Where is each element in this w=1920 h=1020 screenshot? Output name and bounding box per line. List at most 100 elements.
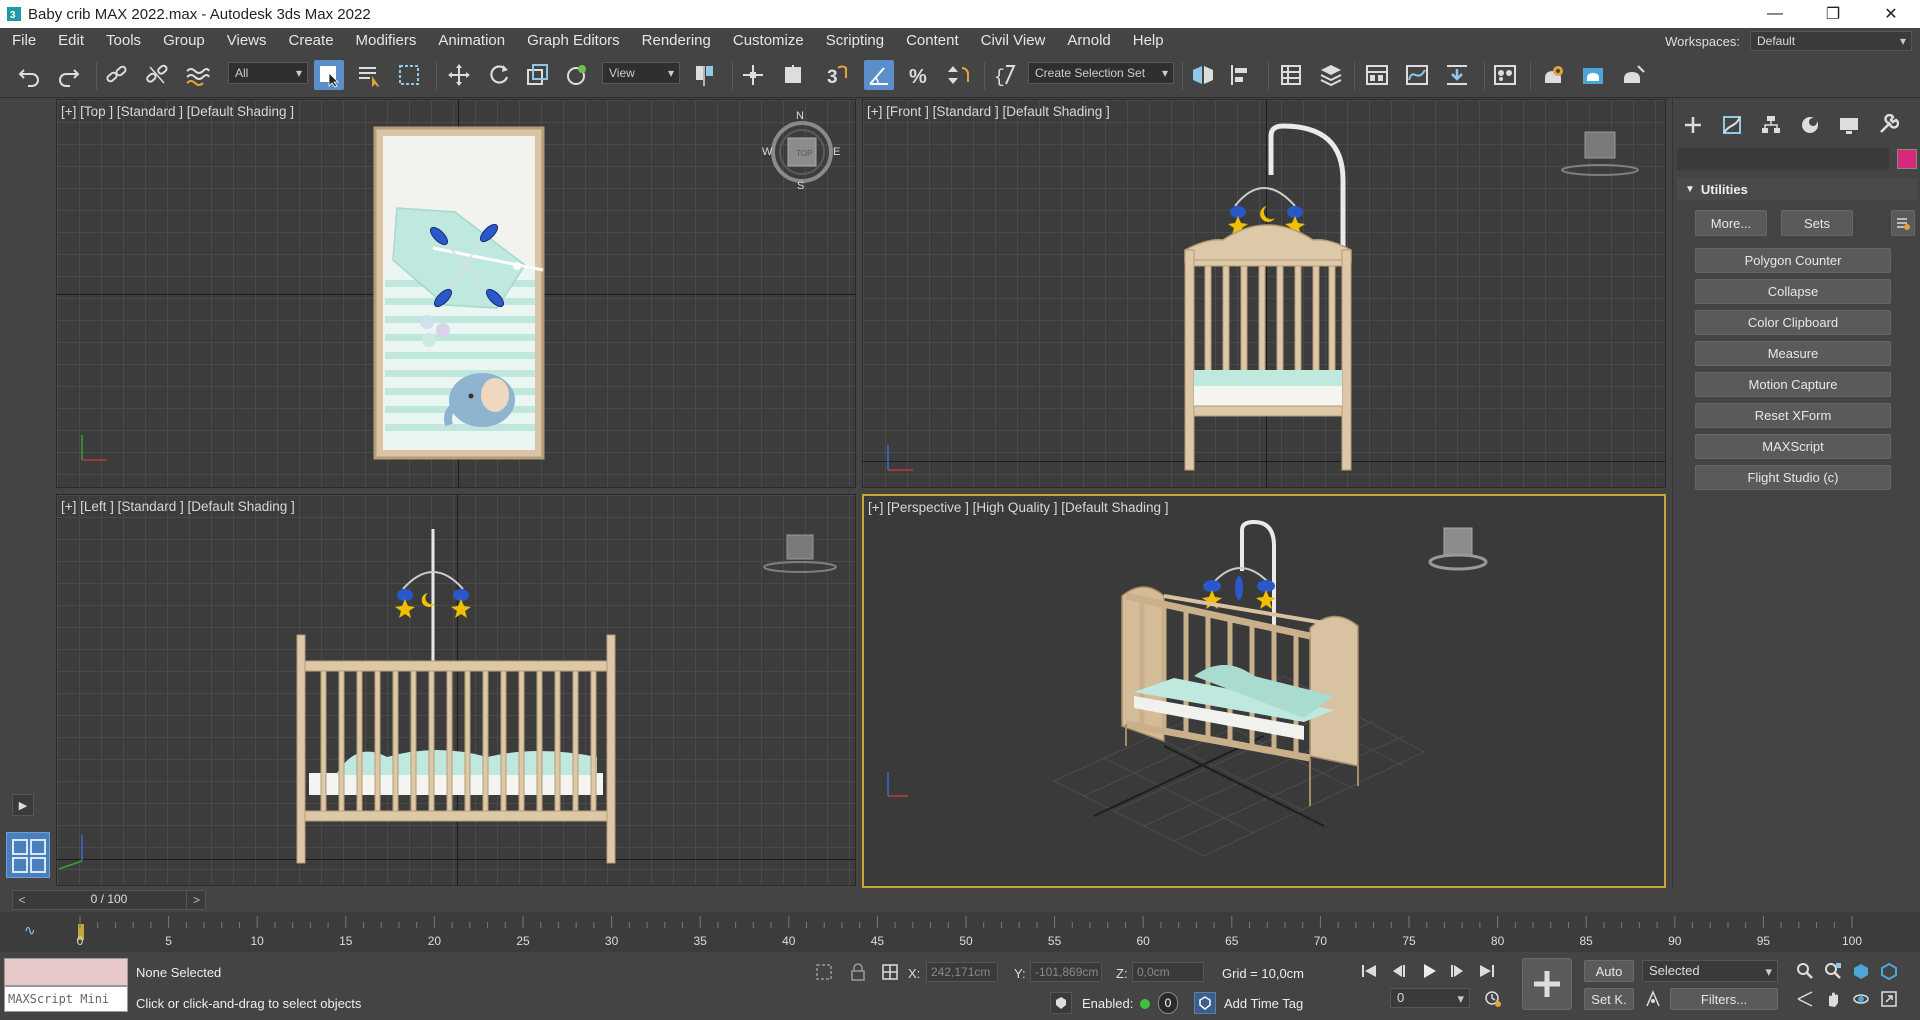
x-coord-field[interactable]: 242,171cm bbox=[926, 962, 998, 982]
menu-civil-view[interactable]: Civil View bbox=[970, 28, 1057, 54]
place-icon[interactable] bbox=[562, 60, 592, 90]
menu-rendering[interactable]: Rendering bbox=[631, 28, 722, 54]
viewport-top[interactable]: TOP [+] [Top ] [Standard ] [Default Shad… bbox=[56, 99, 856, 488]
maxscript-output[interactable] bbox=[4, 958, 128, 986]
move-icon[interactable] bbox=[444, 60, 474, 90]
go-to-start-icon[interactable] bbox=[1358, 960, 1380, 982]
angle-snap-icon[interactable] bbox=[864, 60, 894, 90]
reference-coordinate-select[interactable]: View bbox=[602, 62, 680, 84]
viewport-front[interactable]: [+] [Front ] [Standard ] [Default Shadin… bbox=[862, 99, 1666, 488]
zoom-extents-icon[interactable] bbox=[1850, 960, 1872, 982]
utilities-rollout-header[interactable]: ▼ Utilities bbox=[1677, 178, 1917, 200]
orbit-icon[interactable] bbox=[1850, 988, 1872, 1010]
adaptive-degradation-icon[interactable] bbox=[1050, 992, 1072, 1014]
go-to-end-icon[interactable] bbox=[1476, 960, 1498, 982]
enabled-count-field[interactable]: 0 bbox=[1158, 992, 1178, 1014]
zoom-all-icon[interactable] bbox=[1822, 960, 1844, 982]
utility-sets-button[interactable]: Sets bbox=[1781, 210, 1853, 236]
modify-tab-icon[interactable] bbox=[1712, 112, 1751, 138]
time-slider-next-button[interactable]: > bbox=[186, 890, 206, 910]
menu-content[interactable]: Content bbox=[895, 28, 970, 54]
menu-customize[interactable]: Customize bbox=[722, 28, 815, 54]
collapse-button[interactable]: Collapse bbox=[1695, 279, 1891, 304]
expand-viewport-layout-icon[interactable]: ▶ bbox=[12, 794, 34, 816]
flight-studio-button[interactable]: Flight Studio (c) bbox=[1695, 465, 1891, 490]
rotate-icon[interactable] bbox=[484, 60, 514, 90]
material-editor-icon[interactable] bbox=[1490, 60, 1520, 90]
menu-graph-editors[interactable]: Graph Editors bbox=[516, 28, 631, 54]
menu-file[interactable]: File bbox=[0, 28, 47, 54]
minimize-button[interactable]: — bbox=[1746, 0, 1804, 28]
time-slider-prev-button[interactable]: < bbox=[12, 890, 32, 910]
menu-help[interactable]: Help bbox=[1122, 28, 1175, 54]
select-and-manipulate-icon[interactable] bbox=[738, 60, 768, 90]
viewport-layout-icon[interactable] bbox=[6, 832, 50, 878]
viewport-label-perspective[interactable]: [+] [Perspective ] [High Quality ] [Defa… bbox=[868, 500, 1169, 515]
align-icon[interactable] bbox=[1226, 60, 1256, 90]
play-icon[interactable] bbox=[1418, 960, 1440, 982]
schematic-view-icon[interactable] bbox=[1442, 60, 1472, 90]
measure-button[interactable]: Measure bbox=[1695, 341, 1891, 366]
motion-tab-icon[interactable] bbox=[1790, 112, 1829, 138]
layer-explorer-icon[interactable] bbox=[1316, 60, 1346, 90]
redo-icon[interactable] bbox=[54, 60, 84, 90]
current-frame-spinner[interactable]: 0 bbox=[1390, 988, 1470, 1008]
menu-arnold[interactable]: Arnold bbox=[1056, 28, 1121, 54]
field-of-view-icon[interactable] bbox=[1794, 988, 1816, 1010]
add-time-tag-label[interactable]: Add Time Tag bbox=[1224, 996, 1303, 1011]
set-key-button[interactable]: Set K. bbox=[1584, 988, 1634, 1010]
viewport-left[interactable]: [+] [Left ] [Standard ] [Default Shading… bbox=[56, 494, 856, 886]
menu-tools[interactable]: Tools bbox=[95, 28, 152, 54]
key-filters-button[interactable]: Filters... bbox=[1670, 988, 1778, 1010]
create-tab-icon[interactable] bbox=[1673, 112, 1712, 138]
select-object-icon[interactable] bbox=[314, 60, 344, 90]
time-slider-frame-display[interactable]: 0 / 100 bbox=[34, 892, 184, 906]
key-mode-toggle-icon[interactable] bbox=[1642, 988, 1664, 1010]
more-utilities-button[interactable]: More... bbox=[1695, 210, 1767, 236]
scene-explorer-icon[interactable] bbox=[1276, 60, 1306, 90]
menu-modifiers[interactable]: Modifiers bbox=[345, 28, 428, 54]
display-tab-icon[interactable] bbox=[1829, 112, 1868, 138]
menu-group[interactable]: Group bbox=[152, 28, 216, 54]
percent-snap-icon[interactable]: % bbox=[904, 60, 934, 90]
y-coord-field[interactable]: -101,869cm bbox=[1030, 962, 1102, 982]
reset-xform-button[interactable]: Reset XForm bbox=[1695, 403, 1891, 428]
restore-button[interactable]: ❐ bbox=[1804, 0, 1862, 28]
set-key-big-icon[interactable] bbox=[1522, 958, 1572, 1010]
color-clipboard-button[interactable]: Color Clipboard bbox=[1695, 310, 1891, 335]
next-frame-icon[interactable] bbox=[1446, 960, 1468, 982]
mirror-icon[interactable] bbox=[1188, 60, 1218, 90]
edit-named-selection-sets-icon[interactable]: { bbox=[990, 60, 1020, 90]
scale-icon[interactable] bbox=[522, 60, 552, 90]
render-production-icon[interactable] bbox=[1618, 60, 1648, 90]
pan-view-icon[interactable] bbox=[1822, 988, 1844, 1010]
named-selection-set-select[interactable]: Create Selection Set bbox=[1028, 62, 1174, 84]
time-configuration-icon[interactable] bbox=[1482, 988, 1504, 1010]
viewport-label-left[interactable]: [+] [Left ] [Standard ] [Default Shading… bbox=[61, 499, 295, 514]
zoom-icon[interactable] bbox=[1794, 960, 1816, 982]
zoom-extents-all-icon[interactable] bbox=[1878, 960, 1900, 982]
menu-edit[interactable]: Edit bbox=[47, 28, 95, 54]
enabled-indicator-icon[interactable] bbox=[1140, 999, 1150, 1009]
bind-space-warp-icon[interactable] bbox=[182, 60, 212, 90]
selection-lock-icon[interactable] bbox=[848, 962, 868, 982]
link-icon[interactable] bbox=[102, 60, 132, 90]
pivot-center-icon[interactable] bbox=[690, 60, 720, 90]
keyboard-shortcut-override-icon[interactable] bbox=[778, 60, 808, 90]
toggle-ribbon-icon[interactable] bbox=[1362, 60, 1392, 90]
menu-scripting[interactable]: Scripting bbox=[815, 28, 895, 54]
rectangular-selection-icon[interactable] bbox=[394, 60, 424, 90]
hierarchy-tab-icon[interactable] bbox=[1751, 112, 1790, 138]
select-by-name-icon[interactable] bbox=[354, 60, 384, 90]
menu-views[interactable]: Views bbox=[216, 28, 278, 54]
maximize-viewport-icon[interactable] bbox=[1878, 988, 1900, 1010]
maxscript-input[interactable]: MAXScript Mini bbox=[4, 986, 128, 1012]
rendered-frame-window-icon[interactable] bbox=[1578, 60, 1608, 90]
spinner-snap-icon[interactable] bbox=[944, 60, 974, 90]
render-setup-icon[interactable] bbox=[1538, 60, 1568, 90]
viewport-perspective[interactable]: [+] [Perspective ] [High Quality ] [Defa… bbox=[862, 494, 1666, 888]
viewport-label-top[interactable]: [+] [Top ] [Standard ] [Default Shading … bbox=[61, 104, 294, 119]
object-color-swatch[interactable] bbox=[1897, 149, 1917, 169]
track-bar[interactable]: ∿ 0 5 10 15 20 25 30 35 40 45 50 55 60 65 70 75 80 85 90 95… bbox=[0, 912, 1920, 952]
absolute-mode-transform-icon[interactable] bbox=[880, 962, 900, 982]
